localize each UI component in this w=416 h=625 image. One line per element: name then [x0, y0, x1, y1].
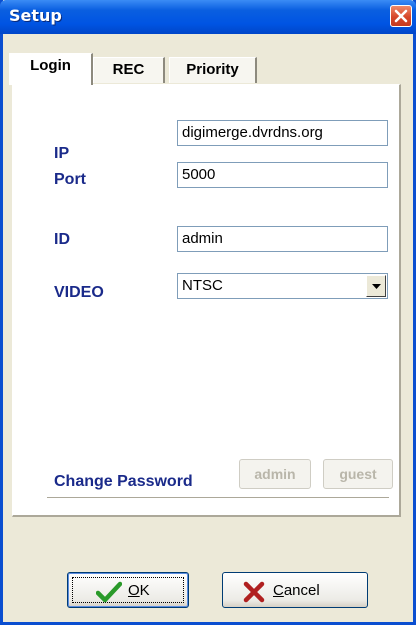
tab-rec-label: REC	[112, 61, 145, 78]
ip-label: IP	[54, 145, 70, 162]
tab-priority[interactable]: Priority	[169, 57, 257, 83]
x-icon	[243, 581, 265, 603]
tab-login[interactable]: Login	[9, 53, 93, 85]
setup-window: Setup Login REC Priority IP digimerge.dv…	[0, 0, 416, 625]
video-select[interactable]: NTSC	[177, 273, 388, 299]
divider	[47, 497, 389, 499]
tab-priority-label: Priority	[186, 61, 239, 78]
port-label: Port	[54, 171, 86, 188]
window-title: Setup	[9, 6, 62, 25]
chevron-down-icon	[372, 284, 381, 289]
change-password-label: Change Password	[54, 473, 193, 490]
close-button[interactable]	[390, 5, 412, 27]
cancel-label: Cancel	[273, 582, 320, 599]
title-bar[interactable]: Setup	[0, 0, 416, 34]
id-label: ID	[54, 231, 70, 248]
ok-button[interactable]: OK	[67, 572, 189, 608]
guest-password-button[interactable]: guest	[323, 459, 393, 489]
check-icon	[96, 581, 122, 603]
video-dropdown-button[interactable]	[366, 275, 386, 297]
video-select-value: NTSC	[182, 277, 223, 294]
admin-password-button[interactable]: admin	[239, 459, 311, 489]
tab-rec[interactable]: REC	[93, 57, 165, 83]
video-label: VIDEO	[54, 284, 104, 301]
id-input[interactable]: admin	[177, 226, 388, 252]
port-input[interactable]: 5000	[177, 162, 388, 188]
ip-input[interactable]: digimerge.dvrdns.org	[177, 120, 388, 146]
tab-login-label: Login	[30, 57, 71, 74]
cancel-button[interactable]: Cancel	[222, 572, 368, 608]
ok-label: OK	[128, 582, 150, 599]
close-icon	[394, 9, 408, 23]
